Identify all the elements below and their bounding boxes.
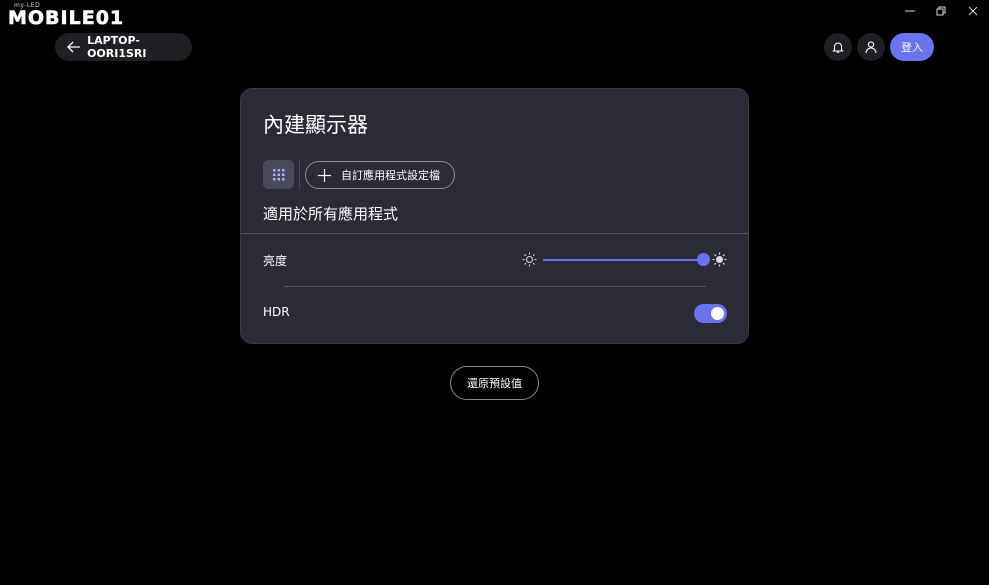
account-button[interactable] <box>857 33 885 61</box>
plus-icon <box>318 168 331 182</box>
grid-icon <box>272 168 284 180</box>
bell-icon <box>832 42 844 53</box>
add-app-profile-button[interactable]: 自訂應用程式設定檔 <box>305 161 455 189</box>
scope-label: 適用於所有應用程式 <box>263 205 399 223</box>
display-settings-card: 內建顯示器 自訂應用程式設定檔 適用於所有應用程式 亮度 HDR <box>240 88 749 344</box>
sun-low-icon <box>522 252 537 267</box>
add-app-profile-label: 自訂應用程式設定檔 <box>341 169 440 182</box>
all-apps-button[interactable] <box>263 160 294 189</box>
reset-defaults-button[interactable]: 還原預設值 <box>450 366 539 400</box>
hdr-toggle[interactable] <box>694 304 727 323</box>
logo-text: MOBILE01 <box>8 7 125 30</box>
minimize-icon <box>905 10 915 12</box>
brightness-slider-track[interactable] <box>543 259 707 261</box>
close-button[interactable] <box>956 0 989 22</box>
brightness-slider-thumb[interactable] <box>697 253 711 266</box>
hdr-label: HDR <box>263 305 290 319</box>
logo-subtext: my-LED <box>14 2 41 9</box>
card-title: 內建顯示器 <box>263 113 368 137</box>
title-bar: my-LED MOBILE01 <box>0 0 989 29</box>
section-divider <box>241 233 748 234</box>
minimize-button[interactable] <box>893 0 927 22</box>
restore-button[interactable] <box>924 0 958 22</box>
user-icon <box>865 41 877 54</box>
sun-high-icon <box>712 252 727 267</box>
device-name: LAPTOP-OORI1SRI <box>87 34 147 60</box>
notifications-button[interactable] <box>824 33 852 61</box>
toolbar-divider <box>299 160 300 189</box>
mobile01-logo: my-LED MOBILE01 <box>8 2 125 30</box>
back-arrow-icon <box>67 41 80 53</box>
restore-icon <box>936 6 946 16</box>
hdr-toggle-knob <box>711 307 724 320</box>
close-icon <box>968 6 978 16</box>
back-button[interactable]: LAPTOP-OORI1SRI <box>55 33 192 61</box>
row-divider <box>284 286 706 287</box>
login-button[interactable]: 登入 <box>890 33 934 61</box>
brightness-label: 亮度 <box>263 254 288 268</box>
